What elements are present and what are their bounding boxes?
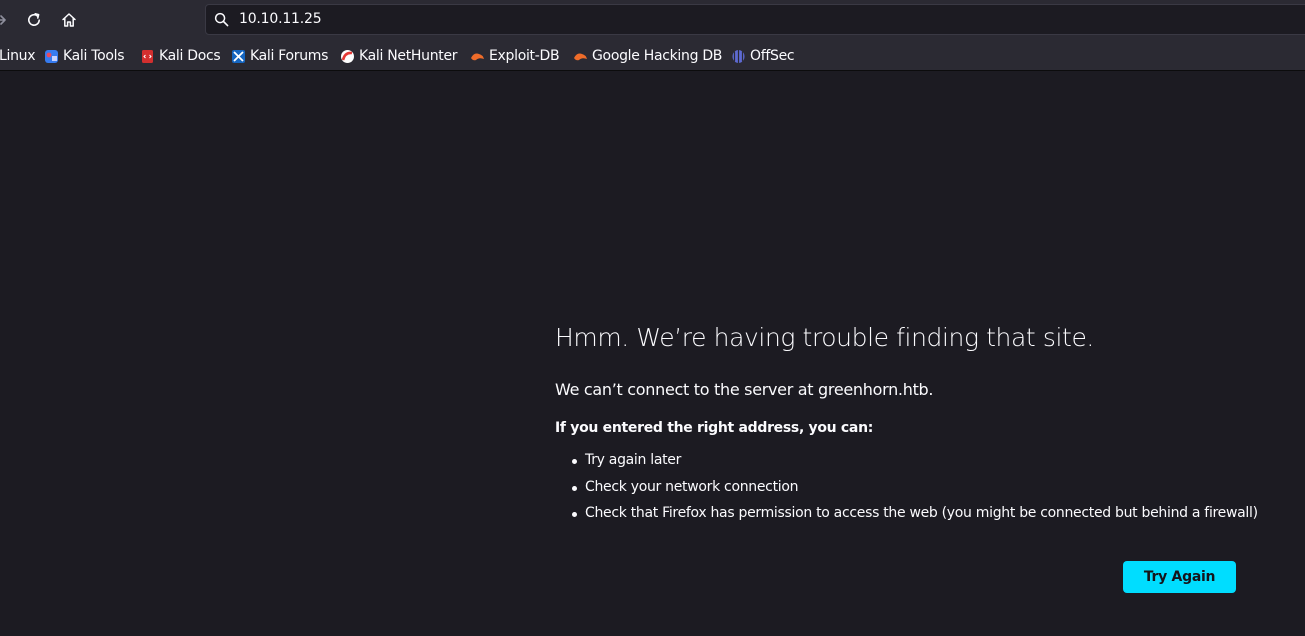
suggestion-item: Try again later	[570, 452, 1258, 479]
bookmark-kali-nethunter[interactable]: Kali NetHunter	[340, 47, 458, 65]
kali-docs-icon	[140, 49, 155, 64]
suggestion-item: Check your network connection	[570, 479, 1258, 506]
address-bar[interactable]: 10.10.11.25	[205, 4, 1305, 35]
forward-button[interactable]	[0, 6, 14, 34]
search-icon	[214, 12, 229, 31]
home-icon	[61, 12, 77, 28]
bookmark-label: Linux	[0, 48, 36, 64]
error-subtitle: If you entered the right address, you ca…	[555, 420, 874, 436]
bookmark-kali-forums[interactable]: Kali Forums	[231, 47, 328, 65]
ghdb-icon	[573, 49, 588, 64]
kali-nethunter-icon	[340, 49, 355, 64]
bookmarks-toolbar: Linux Kali Tools Kali Docs Kali Forums K…	[0, 40, 1305, 71]
exploit-db-icon	[470, 49, 485, 64]
suggestion-item: Check that Firefox has permission to acc…	[570, 505, 1258, 532]
bookmark-kali-tools[interactable]: Kali Tools	[44, 47, 125, 65]
reload-icon	[26, 12, 42, 28]
bookmark-label: Kali Docs	[159, 48, 221, 64]
try-again-button[interactable]: Try Again	[1123, 561, 1236, 593]
bookmark-label: Kali NetHunter	[359, 48, 458, 64]
home-button[interactable]	[55, 6, 83, 34]
kali-tools-icon	[44, 49, 59, 64]
bookmark-label: Exploit-DB	[489, 48, 560, 64]
offsec-icon	[731, 49, 746, 64]
bookmark-linux[interactable]: Linux	[0, 47, 36, 65]
arrow-right-icon	[0, 12, 8, 28]
reload-button[interactable]	[20, 6, 48, 34]
error-title: Hmm. We’re having trouble finding that s…	[555, 323, 1094, 352]
bookmark-exploit-db[interactable]: Exploit-DB	[470, 47, 560, 65]
bookmark-label: Kali Tools	[63, 48, 125, 64]
bookmark-google-hacking-db[interactable]: Google Hacking DB	[573, 47, 722, 65]
suggestion-list: Try again later Check your network conne…	[570, 452, 1258, 532]
navigation-toolbar: 10.10.11.25	[0, 0, 1305, 40]
bookmark-label: OffSec	[750, 48, 795, 64]
kali-forums-icon	[231, 49, 246, 64]
error-description: We can’t connect to the server at greenh…	[555, 380, 934, 399]
page-content: Hmm. We’re having trouble finding that s…	[0, 71, 1305, 636]
url-text[interactable]: 10.10.11.25	[239, 11, 322, 27]
bookmark-label: Kali Forums	[250, 48, 329, 64]
bookmark-kali-docs[interactable]: Kali Docs	[140, 47, 221, 65]
bookmark-offsec[interactable]: OffSec	[731, 47, 795, 65]
bookmark-label: Google Hacking DB	[592, 48, 723, 64]
